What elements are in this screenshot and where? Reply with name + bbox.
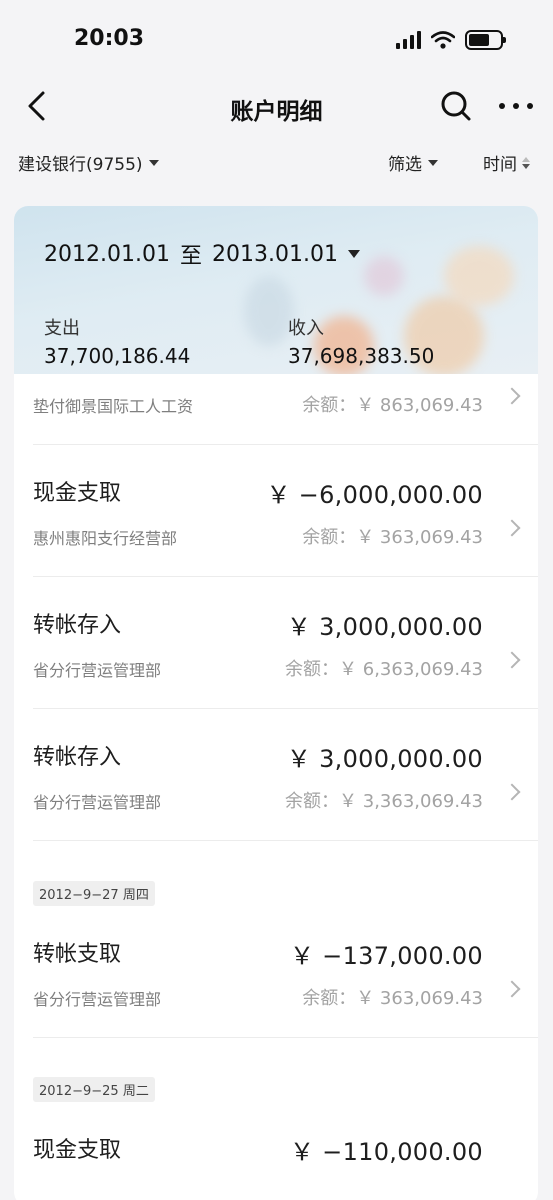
income-label: 收入 bbox=[288, 318, 324, 339]
time-sort-label: 时间 bbox=[483, 155, 517, 175]
cellular-signal-icon bbox=[396, 31, 421, 49]
chevron-right-icon bbox=[503, 519, 521, 537]
account-selector-label: 建设银行(9755) bbox=[18, 155, 143, 175]
transaction-subtitle: 省分行营运管理部 bbox=[33, 661, 162, 680]
transaction-subtitle: 垫付御景国际工人工资 bbox=[33, 397, 194, 416]
filter-button[interactable]: 筛选 bbox=[388, 150, 438, 175]
divider bbox=[33, 1037, 538, 1038]
chevron-right-icon bbox=[503, 651, 521, 669]
transaction-row[interactable]: 垫付御景国际工人工资 余额：￥ 863,069.43 bbox=[14, 374, 538, 444]
transaction-balance: 余额：￥ 6,363,069.43 bbox=[285, 659, 483, 680]
transaction-row[interactable]: 现金支取 ￥ −110,000.00 bbox=[14, 1102, 538, 1200]
status-bar: 20:03 bbox=[0, 0, 553, 80]
more-dots-icon[interactable] bbox=[496, 88, 536, 124]
transaction-amount: ￥ −6,000,000.00 bbox=[266, 481, 483, 509]
filter-bar: 建设银行(9755) 筛选 时间 bbox=[0, 140, 553, 184]
transaction-title: 转帐支取 bbox=[33, 942, 122, 967]
search-icon[interactable] bbox=[438, 88, 474, 124]
battery-icon bbox=[465, 30, 506, 50]
transaction-balance: 余额：￥ 3,363,069.43 bbox=[285, 791, 483, 812]
transaction-subtitle: 惠州惠阳支行经营部 bbox=[33, 529, 178, 548]
chevron-right-icon bbox=[503, 783, 521, 801]
divider bbox=[33, 840, 538, 841]
expense-value: 37,700,186.44 bbox=[44, 344, 191, 368]
date-range-selector[interactable]: 2012.01.01 至 2013.01.01 bbox=[44, 238, 360, 270]
summary-header: 2012.01.01 至 2013.01.01 支出 37,700,186.44… bbox=[14, 206, 538, 374]
sort-icon bbox=[522, 156, 530, 169]
chevron-right-icon bbox=[503, 387, 521, 405]
transaction-amount: ￥ −137,000.00 bbox=[289, 942, 483, 970]
transaction-card: 2012.01.01 至 2013.01.01 支出 37,700,186.44… bbox=[14, 206, 538, 1200]
income-value: 37,698,383.50 bbox=[288, 344, 435, 368]
transaction-subtitle: 省分行营运管理部 bbox=[33, 793, 162, 812]
transaction-row[interactable]: 转帐存入 ￥ 3,000,000.00 省分行营运管理部 余额：￥ 6,363,… bbox=[14, 577, 538, 708]
transaction-row[interactable]: 转帐存入 ￥ 3,000,000.00 省分行营运管理部 余额：￥ 3,363,… bbox=[14, 709, 538, 840]
date-end: 2013.01.01 bbox=[211, 241, 338, 267]
date-group-label: 2012−9−25 周二 bbox=[33, 1077, 155, 1102]
transaction-amount: ￥ 3,000,000.00 bbox=[286, 745, 483, 773]
transaction-title: 转帐存入 bbox=[33, 745, 122, 770]
status-time: 20:03 bbox=[74, 26, 145, 51]
transaction-balance: 余额：￥ 363,069.43 bbox=[302, 527, 483, 548]
nav-bar: 账户明细 bbox=[0, 80, 553, 134]
date-start: 2012.01.01 bbox=[44, 241, 170, 267]
expense-label: 支出 bbox=[44, 318, 80, 339]
caret-down-icon bbox=[428, 159, 438, 166]
transaction-amount: ￥ −110,000.00 bbox=[289, 1138, 483, 1166]
transaction-subtitle: 省分行营运管理部 bbox=[33, 990, 162, 1009]
time-sort-button[interactable]: 时间 bbox=[483, 150, 530, 175]
filter-label: 筛选 bbox=[388, 155, 422, 175]
transaction-amount: ￥ 3,000,000.00 bbox=[286, 613, 483, 641]
transaction-row[interactable]: 现金支取 ￥ −6,000,000.00 惠州惠阳支行经营部 余额：￥ 363,… bbox=[14, 445, 538, 576]
caret-down-icon bbox=[347, 250, 360, 258]
account-selector[interactable]: 建设银行(9755) bbox=[18, 150, 159, 175]
transaction-title: 现金支取 bbox=[33, 1138, 122, 1163]
transaction-title: 转帐存入 bbox=[33, 613, 122, 638]
transaction-balance: 余额：￥ 363,069.43 bbox=[302, 988, 483, 1009]
chevron-right-icon bbox=[503, 980, 521, 998]
transaction-balance: 余额：￥ 863,069.43 bbox=[302, 395, 483, 416]
date-separator: 至 bbox=[179, 244, 202, 269]
caret-down-icon bbox=[148, 159, 159, 166]
wifi-icon bbox=[431, 31, 455, 49]
date-group-label: 2012−9−27 周四 bbox=[33, 881, 155, 906]
transaction-row[interactable]: 转帐支取 ￥ −137,000.00 省分行营运管理部 余额：￥ 363,069… bbox=[14, 906, 538, 1037]
status-icons bbox=[396, 30, 506, 50]
transaction-title: 现金支取 bbox=[33, 481, 122, 506]
